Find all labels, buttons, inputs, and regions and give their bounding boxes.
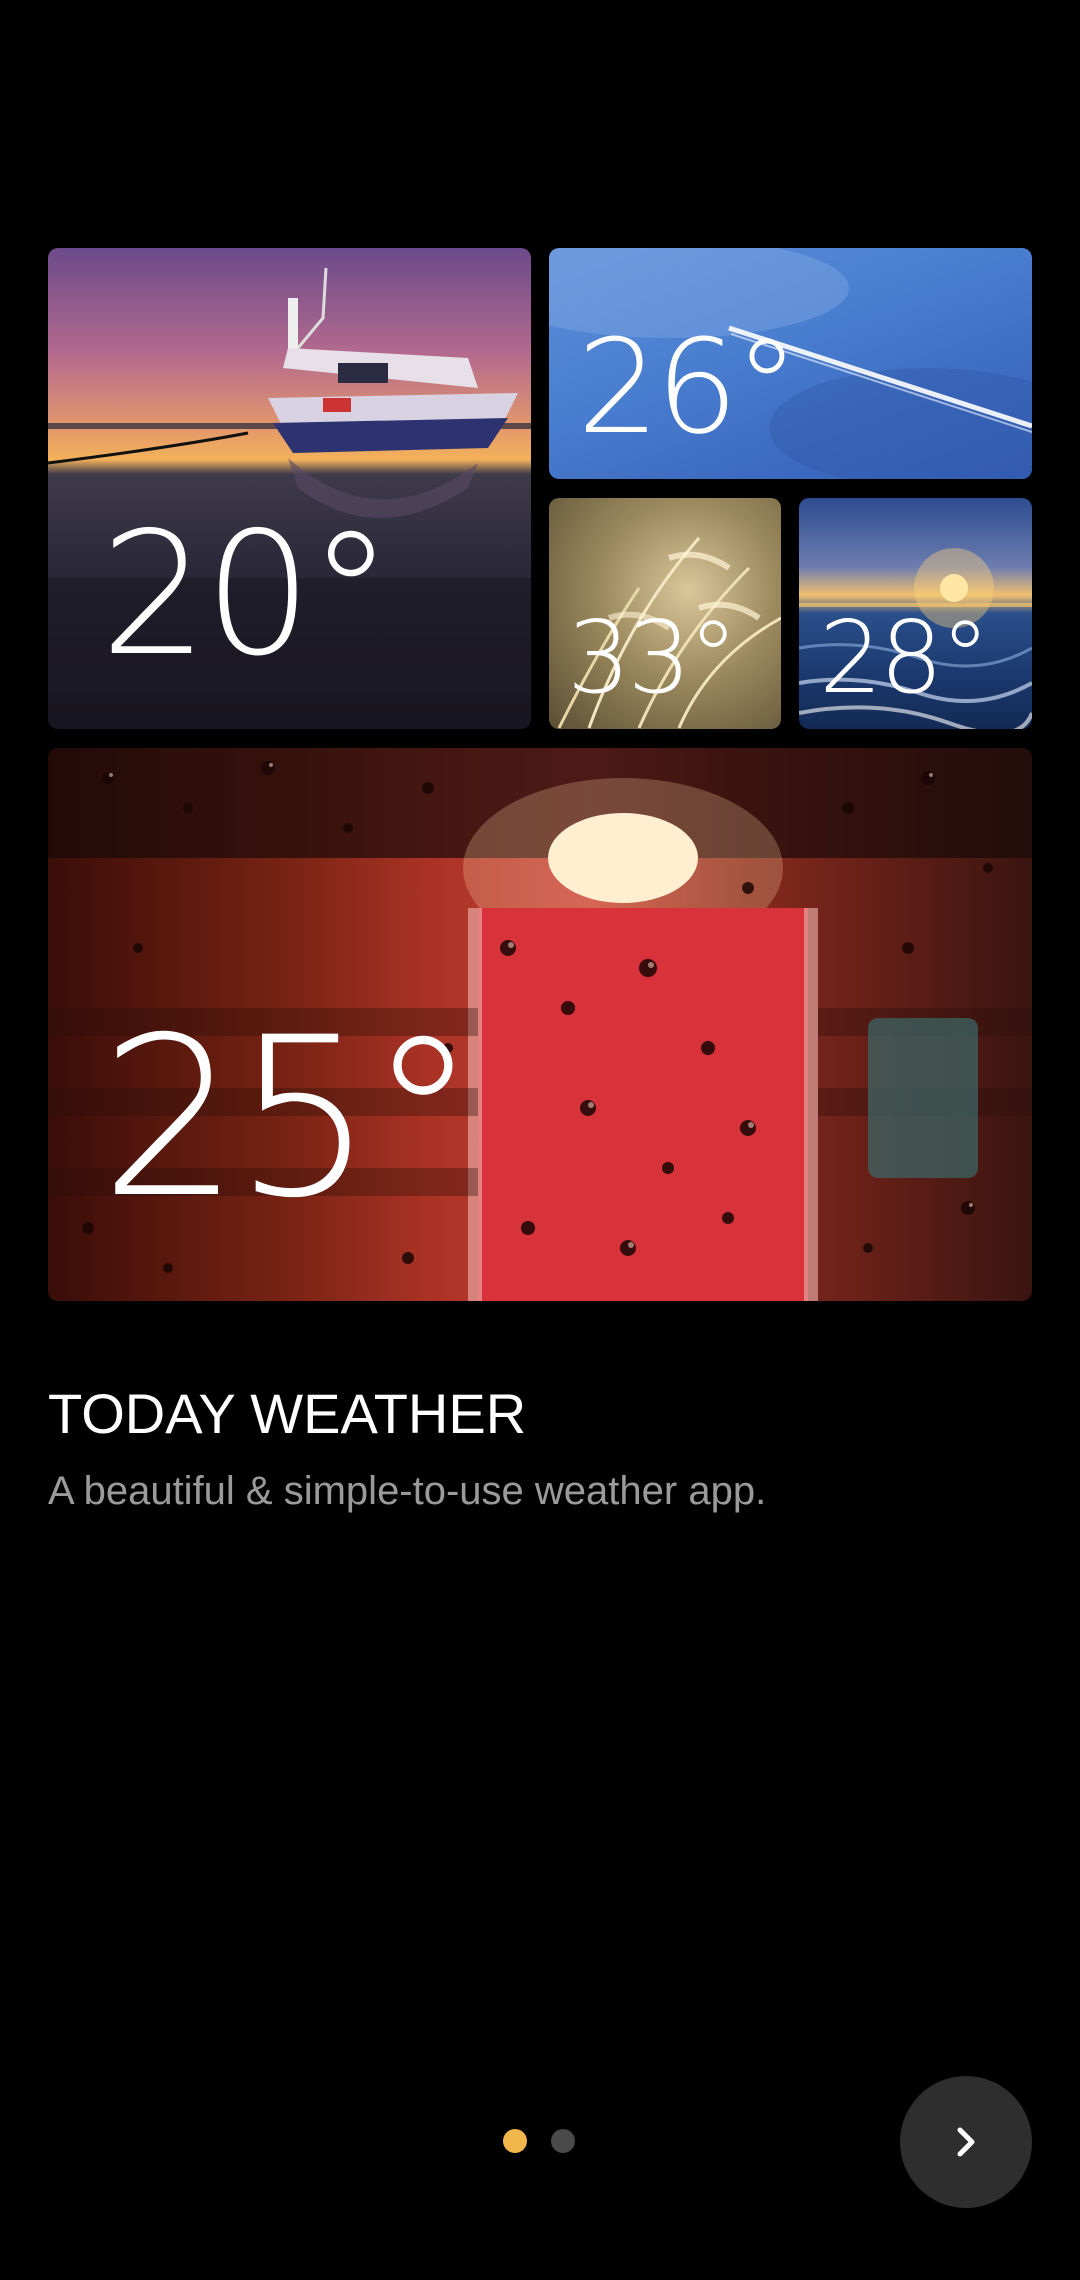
page-dot-active[interactable] [503,2129,527,2153]
weather-tile-sky: 26° [549,248,1032,479]
sky-temperature: 26° [577,311,799,463]
app-subtitle: A beautiful & simple-to-use weather app. [48,1469,767,1513]
rain-temperature: 25° [100,990,478,1246]
app-title: TODAY WEATHER [48,1382,527,1445]
chevron-right-icon [957,2127,975,2157]
grass-temperature: 33° [567,599,738,716]
sea-temperature: 28° [819,599,990,716]
page-dot-inactive[interactable] [551,2129,575,2153]
weather-tile-grass: 33° [549,498,781,729]
weather-tile-rain: 25° [48,748,1032,1301]
page-indicator [503,2129,575,2153]
boat-temperature: 20° [100,496,393,694]
weather-tile-boat: 20° [48,248,531,729]
next-button[interactable] [900,2076,1032,2208]
weather-tile-sea: 28° [799,498,1032,729]
